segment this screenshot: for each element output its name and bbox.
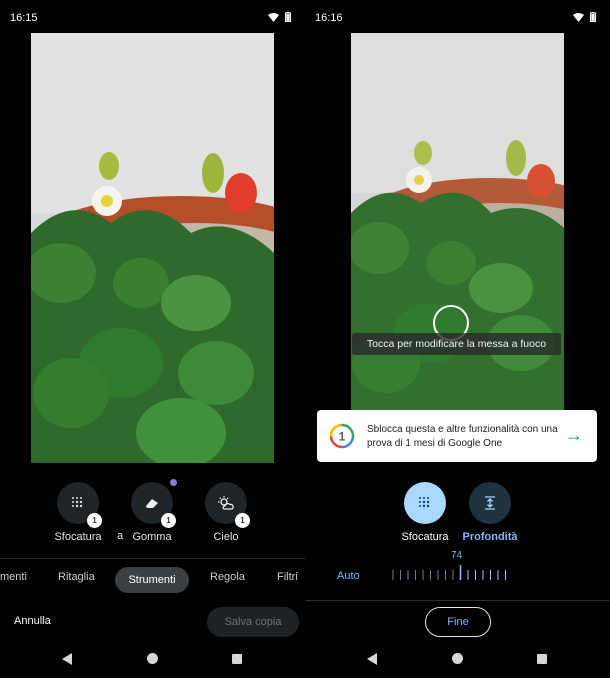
banner-text: Sblocca questa e altre funzionalità con … — [367, 424, 558, 449]
recents-icon[interactable] — [232, 654, 242, 664]
google-one-badge-icon: 1 — [235, 513, 250, 528]
mode-label-sfocatura: Sfocatura — [401, 531, 449, 543]
left-screen: 16:15 1 Sfocatura a 1 Gomma 1 Cielo ment… — [0, 0, 305, 678]
tool-label-sfocatura: Sfocatura — [54, 531, 102, 543]
status-icons — [573, 12, 596, 22]
google-one-badge-icon: 1 — [87, 513, 102, 528]
svg-text:1: 1 — [339, 430, 346, 444]
sun-cloud-icon — [218, 496, 234, 510]
mode-sfocatura[interactable]: Sfocatura — [397, 482, 453, 543]
save-copy-button[interactable]: Salva copia — [207, 607, 299, 637]
new-dot-icon — [170, 479, 177, 486]
slider-ticks — [392, 565, 506, 580]
done-button[interactable]: Fine — [425, 607, 491, 637]
system-nav-bar — [0, 646, 305, 672]
blur-dots-icon — [419, 497, 430, 508]
google-one-banner[interactable]: 1 Sblocca questa e altre funzionalità co… — [317, 410, 597, 462]
battery-icon — [590, 12, 596, 22]
arrow-right-icon[interactable]: → — [565, 426, 583, 444]
eraser-tool-button[interactable]: 1 — [131, 479, 177, 528]
tool-cielo[interactable]: 1 Cielo — [198, 482, 254, 543]
slider-auto-label[interactable]: Auto — [337, 570, 360, 582]
photo-preview — [31, 33, 274, 463]
tab-ritaglia[interactable]: Ritaglia — [58, 571, 95, 583]
back-icon[interactable] — [367, 653, 377, 665]
tab-regola[interactable]: Regola — [210, 571, 245, 583]
mode-profondita[interactable]: Profondità — [462, 482, 518, 543]
system-nav-bar — [305, 646, 610, 672]
edit-tabs: menti Ritaglia Strumenti Regola Filtri — [0, 565, 305, 595]
tab-strumenti[interactable]: Strumenti — [115, 567, 189, 593]
status-icons — [268, 12, 291, 22]
sky-tool-button[interactable]: 1 — [205, 482, 250, 528]
cancel-button[interactable]: Annulla — [14, 615, 51, 627]
tab-menti[interactable]: menti — [0, 571, 27, 583]
home-icon[interactable] — [147, 653, 158, 664]
right-screen: 16:16 Tocca per modificare la messa a fu… — [305, 0, 610, 678]
tool-gomma[interactable]: 1 Gomma — [124, 479, 180, 543]
google-one-logo: 1 — [329, 423, 355, 449]
depth-slider[interactable] — [390, 565, 510, 583]
home-icon[interactable] — [452, 653, 463, 664]
truncated-tool-label: a — [117, 530, 124, 542]
slider-value: 74 — [451, 550, 463, 561]
tool-label-cielo: Cielo — [213, 531, 239, 543]
wifi-icon — [268, 12, 279, 22]
status-time: 16:16 — [315, 12, 343, 24]
depth-mode-button[interactable] — [469, 482, 511, 524]
back-icon[interactable] — [62, 653, 72, 665]
battery-icon — [285, 12, 291, 22]
blur-mode-button[interactable] — [404, 482, 446, 524]
blur-tool-button[interactable]: 1 — [57, 482, 102, 528]
focus-hint-tooltip: Tocca per modificare la messa a fuoco — [352, 333, 561, 355]
recents-icon[interactable] — [537, 654, 547, 664]
tool-label-gomma: Gomma — [132, 531, 172, 543]
wifi-icon — [573, 12, 584, 22]
tool-sfocatura[interactable]: 1 Sfocatura — [50, 482, 106, 543]
google-one-badge-icon: 1 — [161, 513, 176, 528]
tab-filtri[interactable]: Filtri — [277, 571, 298, 583]
blur-dots-icon — [72, 497, 83, 508]
divider — [305, 600, 610, 601]
eraser-icon — [146, 499, 158, 508]
status-time: 16:15 — [10, 12, 38, 24]
divider — [0, 558, 305, 559]
depth-icon — [485, 496, 495, 510]
mode-label-profondita: Profondità — [462, 531, 518, 543]
